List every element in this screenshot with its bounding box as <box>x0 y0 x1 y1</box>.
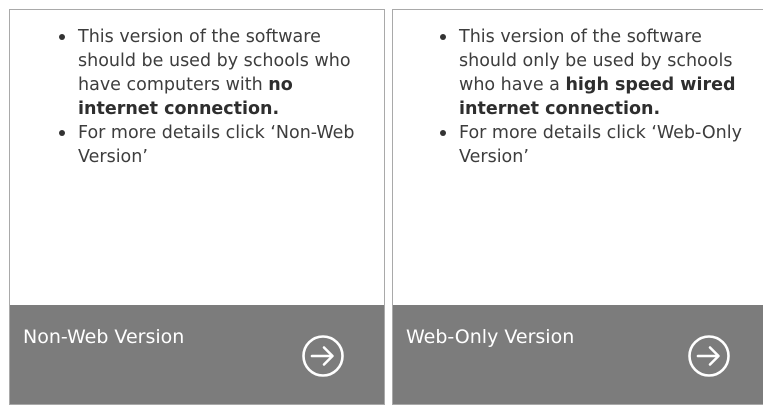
web-only-version-card: This version of the software should only… <box>392 9 763 405</box>
web-only-version-button[interactable]: Web-Only Version <box>393 305 763 404</box>
bullet-text: This version of the software should be u… <box>78 27 351 95</box>
bullet-item: For more details click ‘Non-Web Version’ <box>56 121 374 169</box>
non-web-version-card: This version of the software should be u… <box>9 9 385 405</box>
version-selection-panel: This version of the software should be u… <box>0 0 763 405</box>
arrow-right-circle-icon[interactable] <box>301 334 345 378</box>
footer-label: Non-Web Version <box>23 326 185 348</box>
bullet-list: This version of the software should only… <box>437 25 755 169</box>
bullet-text: For more details click ‘Web-Only Version… <box>459 123 742 167</box>
bullet-item: This version of the software should be u… <box>56 25 374 121</box>
bullet-item: For more details click ‘Web-Only Version… <box>437 121 755 169</box>
bullet-text: For more details click ‘Non-Web Version’ <box>78 123 355 167</box>
card-description: This version of the software should only… <box>393 10 763 307</box>
arrow-right-circle-icon[interactable] <box>687 334 731 378</box>
bullet-item: This version of the software should only… <box>437 25 755 121</box>
footer-label: Web-Only Version <box>406 326 575 348</box>
card-description: This version of the software should be u… <box>10 10 384 307</box>
bullet-list: This version of the software should be u… <box>56 25 374 169</box>
non-web-version-button[interactable]: Non-Web Version <box>10 305 384 404</box>
